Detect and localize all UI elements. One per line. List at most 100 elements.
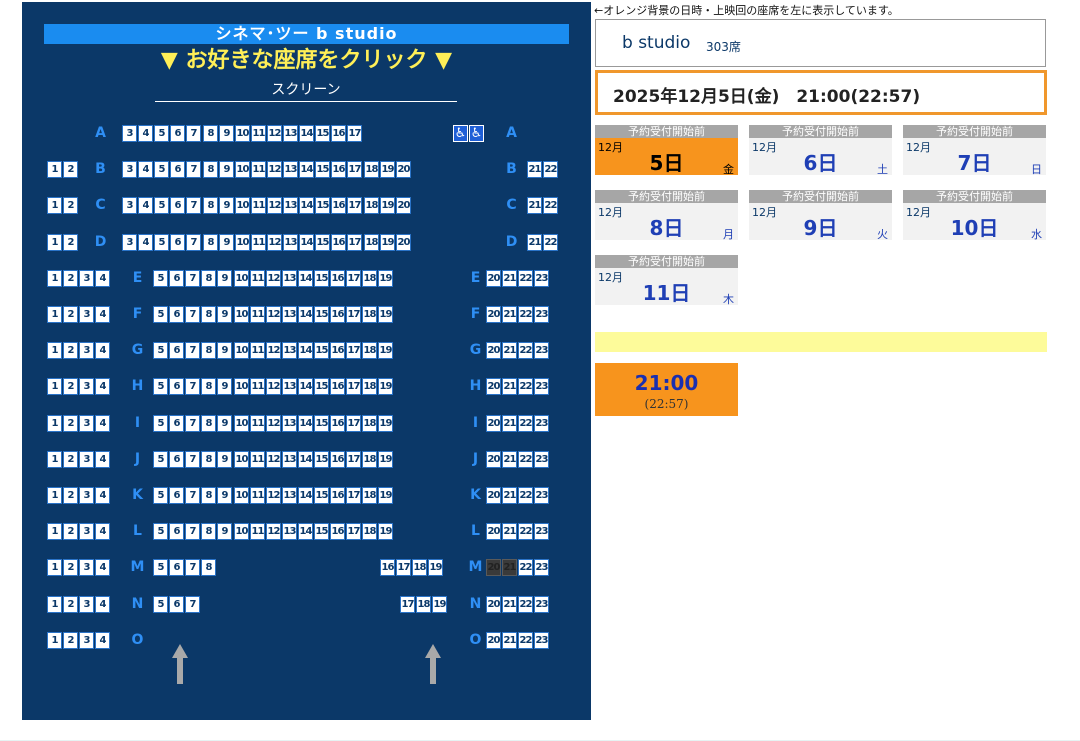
seat-d-1[interactable]: 1	[47, 234, 62, 251]
seat-n-21[interactable]: 21	[502, 596, 517, 613]
seat-a-8[interactable]: 8	[203, 125, 218, 142]
seat-o-4[interactable]: 4	[95, 632, 110, 649]
seat-l-7[interactable]: 7	[185, 523, 200, 540]
seat-k-14[interactable]: 14	[298, 487, 313, 504]
seat-j-16[interactable]: 16	[330, 451, 345, 468]
seat-g-9[interactable]: 9	[217, 342, 232, 359]
seat-e-5[interactable]: 5	[153, 270, 168, 287]
seat-c-7[interactable]: 7	[186, 197, 201, 214]
seat-g-7[interactable]: 7	[185, 342, 200, 359]
seat-h-9[interactable]: 9	[217, 378, 232, 395]
seat-l-10[interactable]: 10	[234, 523, 249, 540]
seat-k-20[interactable]: 20	[486, 487, 501, 504]
seat-o-1[interactable]: 1	[47, 632, 62, 649]
seat-i-3[interactable]: 3	[79, 415, 94, 432]
seat-j-13[interactable]: 13	[282, 451, 297, 468]
seat-j-17[interactable]: 17	[346, 451, 361, 468]
seat-j-20[interactable]: 20	[486, 451, 501, 468]
seat-g-15[interactable]: 15	[314, 342, 329, 359]
seat-n-20[interactable]: 20	[486, 596, 501, 613]
seat-c-14[interactable]: 14	[299, 197, 314, 214]
seat-l-20[interactable]: 20	[486, 523, 501, 540]
seat-f-22[interactable]: 22	[518, 306, 533, 323]
seat-m-22[interactable]: 22	[518, 559, 533, 576]
seat-c-9[interactable]: 9	[219, 197, 234, 214]
seat-c-11[interactable]: 11	[251, 197, 266, 214]
seat-h-21[interactable]: 21	[502, 378, 517, 395]
seat-k-7[interactable]: 7	[185, 487, 200, 504]
seat-g-8[interactable]: 8	[201, 342, 216, 359]
seat-l-18[interactable]: 18	[362, 523, 377, 540]
seat-c-3[interactable]: 3	[122, 197, 137, 214]
seat-i-18[interactable]: 18	[362, 415, 377, 432]
seat-f-13[interactable]: 13	[282, 306, 297, 323]
seat-g-21[interactable]: 21	[502, 342, 517, 359]
wheelchair-seat[interactable]: ♿	[469, 125, 484, 142]
seat-l-23[interactable]: 23	[534, 523, 549, 540]
seat-j-4[interactable]: 4	[95, 451, 110, 468]
date-tile-5[interactable]: 予約受付開始前 12月 9日火	[749, 190, 892, 241]
seat-i-9[interactable]: 9	[217, 415, 232, 432]
seat-k-17[interactable]: 17	[346, 487, 361, 504]
seat-c-17[interactable]: 17	[347, 197, 362, 214]
seat-g-3[interactable]: 3	[79, 342, 94, 359]
showtime-button[interactable]: 21:00 (22:57)	[595, 363, 738, 416]
seat-n-5[interactable]: 5	[153, 596, 168, 613]
seat-i-12[interactable]: 12	[266, 415, 281, 432]
seat-g-4[interactable]: 4	[95, 342, 110, 359]
seat-m-18[interactable]: 18	[412, 559, 427, 576]
seat-h-23[interactable]: 23	[534, 378, 549, 395]
seat-a-16[interactable]: 16	[331, 125, 346, 142]
seat-l-1[interactable]: 1	[47, 523, 62, 540]
seat-e-9[interactable]: 9	[217, 270, 232, 287]
seat-c-22[interactable]: 22	[543, 197, 558, 214]
seat-a-9[interactable]: 9	[219, 125, 234, 142]
seat-f-10[interactable]: 10	[234, 306, 249, 323]
seat-b-14[interactable]: 14	[299, 161, 314, 178]
seat-c-4[interactable]: 4	[138, 197, 153, 214]
seat-l-6[interactable]: 6	[169, 523, 184, 540]
seat-e-21[interactable]: 21	[502, 270, 517, 287]
seat-h-2[interactable]: 2	[63, 378, 78, 395]
seat-c-19[interactable]: 19	[380, 197, 395, 214]
seat-l-5[interactable]: 5	[153, 523, 168, 540]
seat-f-20[interactable]: 20	[486, 306, 501, 323]
seat-n-19[interactable]: 19	[432, 596, 447, 613]
seat-n-2[interactable]: 2	[63, 596, 78, 613]
seat-o-21[interactable]: 21	[502, 632, 517, 649]
seat-m-5[interactable]: 5	[153, 559, 168, 576]
seat-b-22[interactable]: 22	[543, 161, 558, 178]
seat-l-8[interactable]: 8	[201, 523, 216, 540]
seat-o-23[interactable]: 23	[534, 632, 549, 649]
seat-o-2[interactable]: 2	[63, 632, 78, 649]
seat-j-11[interactable]: 11	[250, 451, 265, 468]
seat-a-5[interactable]: 5	[154, 125, 169, 142]
seat-h-19[interactable]: 19	[378, 378, 393, 395]
seat-d-3[interactable]: 3	[122, 234, 137, 251]
seat-m-1[interactable]: 1	[47, 559, 62, 576]
seat-g-11[interactable]: 11	[250, 342, 265, 359]
seat-h-5[interactable]: 5	[153, 378, 168, 395]
seat-i-10[interactable]: 10	[234, 415, 249, 432]
seat-i-1[interactable]: 1	[47, 415, 62, 432]
seat-e-1[interactable]: 1	[47, 270, 62, 287]
seat-d-10[interactable]: 10	[235, 234, 250, 251]
seat-l-14[interactable]: 14	[298, 523, 313, 540]
seat-c-20[interactable]: 20	[396, 197, 411, 214]
seat-l-9[interactable]: 9	[217, 523, 232, 540]
seat-k-13[interactable]: 13	[282, 487, 297, 504]
seat-k-6[interactable]: 6	[169, 487, 184, 504]
seat-l-22[interactable]: 22	[518, 523, 533, 540]
seat-b-13[interactable]: 13	[283, 161, 298, 178]
seat-b-21[interactable]: 21	[527, 161, 542, 178]
seat-k-23[interactable]: 23	[534, 487, 549, 504]
seat-i-20[interactable]: 20	[486, 415, 501, 432]
seat-j-3[interactable]: 3	[79, 451, 94, 468]
seat-j-9[interactable]: 9	[217, 451, 232, 468]
seat-h-4[interactable]: 4	[95, 378, 110, 395]
seat-h-10[interactable]: 10	[234, 378, 249, 395]
seat-k-3[interactable]: 3	[79, 487, 94, 504]
seat-j-5[interactable]: 5	[153, 451, 168, 468]
seat-h-16[interactable]: 16	[330, 378, 345, 395]
seat-j-19[interactable]: 19	[378, 451, 393, 468]
